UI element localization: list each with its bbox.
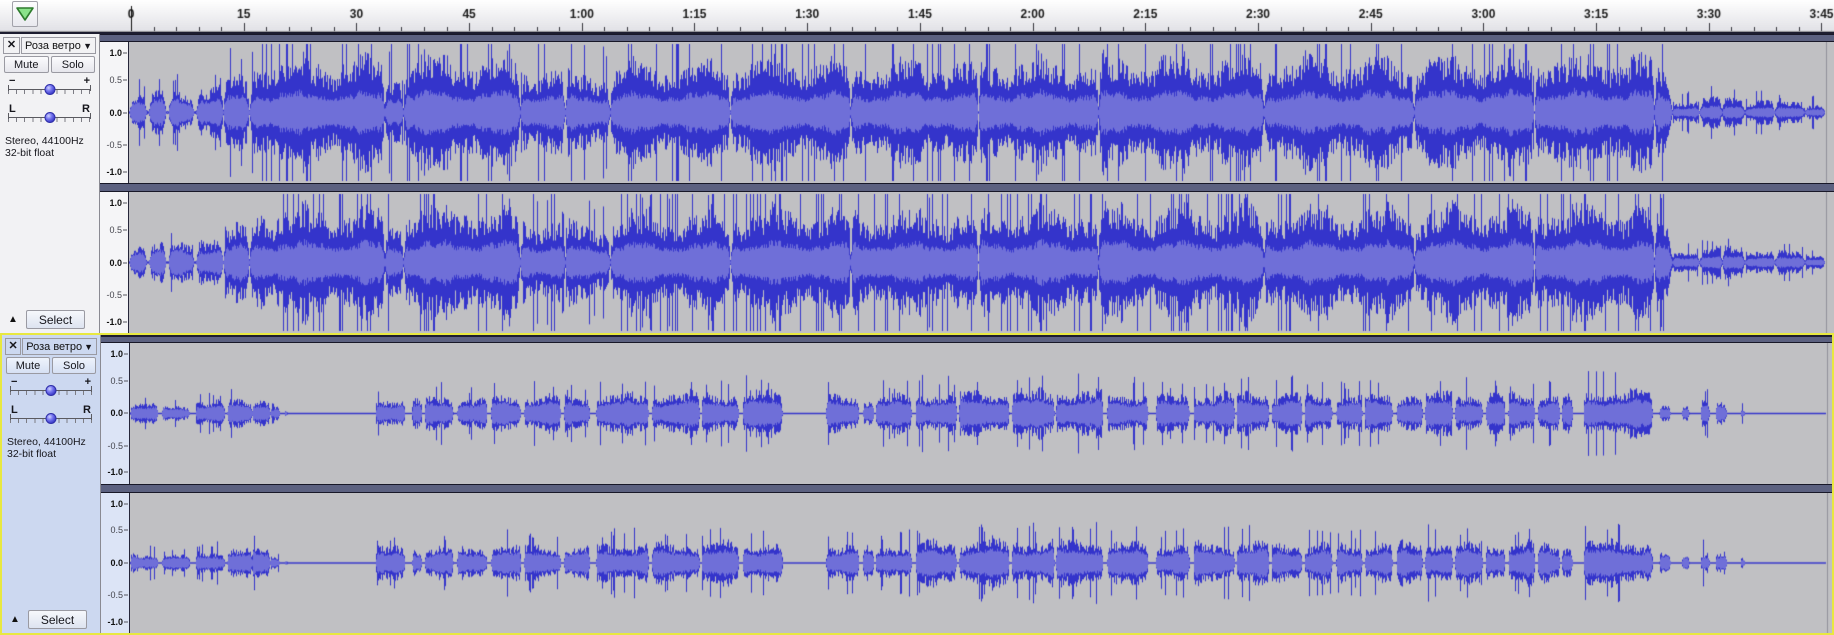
scale-label: -0.5 [106,139,122,150]
gain-minus-label: − [9,75,16,87]
scale-tick [124,503,128,505]
scale-label: 1.0 [109,48,122,59]
pan-right-label: R [83,404,91,416]
collapse-track-icon[interactable]: ▲ [5,611,25,629]
pan-right-label: R [82,103,90,115]
mute-button[interactable]: Mute [4,56,49,73]
scale-label: 0.5 [110,525,123,536]
scale-label: -1.0 [107,616,123,627]
track-2-control-panel: ✕ Роза ветро ▼ Mute Solo − + L R Stereo,… [2,335,101,633]
gain-slider[interactable]: − + [10,376,92,402]
track-name: Роза ветро [25,39,81,52]
scale-tick [123,52,127,54]
scale-tick [123,171,127,173]
vertical-scale[interactable]: 1.0 0.5 0.0 -0.5 -1.0 [101,343,130,484]
timeline-ruler-canvas[interactable] [0,0,1834,32]
track-name-dropdown[interactable]: Роза ветро ▼ [22,338,97,355]
scale-tick [124,445,128,447]
right-channel: 1.0 0.5 0.0 -0.5 -1.0 [100,192,1834,333]
scale-label: -0.5 [107,440,123,451]
scale-tick [123,262,127,263]
solo-button[interactable]: Solo [52,357,96,374]
dropdown-caret-icon: ▼ [83,40,92,51]
scale-tick [124,562,128,564]
scale-label: -0.5 [107,590,123,601]
scale-tick [123,294,127,296]
vertical-scale[interactable]: 1.0 0.5 0.0 -0.5 -1.0 [100,192,129,333]
scale-label: -1.0 [106,316,122,327]
track-name: Роза ветро [26,340,83,353]
waveform-right-channel[interactable] [130,492,1832,633]
pan-left-label: L [9,103,16,115]
pan-left-label: L [11,404,18,416]
track-resize-handle[interactable] [100,34,1834,42]
scale-label: 0.5 [109,225,122,236]
dropdown-caret-icon: ▼ [84,341,93,352]
scale-tick [124,380,128,382]
scale-tick [123,79,127,81]
scale-tick [123,144,127,146]
scale-label: -1.0 [107,467,123,478]
select-button[interactable]: Select [26,310,85,329]
right-channel: 1.0 0.5 0.0 -0.5 -1.0 [101,492,1832,633]
track-2-channels: 1.0 0.5 0.0 -0.5 -1.0 1.0 0.5 0.0 -0.5 -1.0 [101,335,1832,633]
scale-label: -1.0 [106,166,122,177]
waveform-left-channel[interactable] [129,42,1834,183]
scale-label: 0.0 [109,107,122,118]
track-1-control-panel: ✕ Роза ветро ▼ Mute Solo − + L R Stereo,… [0,34,100,333]
scale-label: -0.5 [106,289,122,300]
scale-label: 0.5 [110,375,123,386]
track-1: ✕ Роза ветро ▼ Mute Solo − + L R Stereo,… [0,32,1834,333]
scale-label: 1.0 [110,498,123,509]
collapse-track-icon[interactable]: ▲ [3,311,23,329]
pan-slider[interactable]: L R [8,103,91,129]
vertical-scale[interactable]: 1.0 0.5 0.0 -0.5 -1.0 [100,42,129,183]
scale-tick [124,621,128,623]
scale-label: 0.5 [109,75,122,86]
scale-tick [123,202,127,204]
track-2: ✕ Роза ветро ▼ Mute Solo − + L R Stereo,… [0,333,1834,635]
track-name-dropdown[interactable]: Роза ветро ▼ [21,37,96,54]
scale-tick [123,112,127,113]
green-triangle-icon [16,7,34,21]
channel-separator[interactable] [100,183,1834,192]
vertical-scale[interactable]: 1.0 0.5 0.0 -0.5 -1.0 [101,492,130,633]
gain-slider-thumb[interactable] [44,84,55,95]
close-track-icon[interactable]: ✕ [3,37,20,54]
waveform-right-channel[interactable] [129,192,1834,333]
scale-label: 1.0 [109,198,122,209]
pan-slider[interactable]: L R [10,404,92,430]
mute-button[interactable]: Mute [6,357,50,374]
gain-slider[interactable]: − + [8,75,91,101]
close-track-icon[interactable]: ✕ [5,338,22,355]
select-button[interactable]: Select [28,610,87,629]
timeline-options-button[interactable] [12,1,38,27]
pan-slider-thumb[interactable] [45,413,57,424]
scale-label: 0.0 [110,557,123,568]
gain-minus-label: − [11,376,18,388]
scale-tick [124,412,128,414]
waveform-left-channel[interactable] [130,343,1832,484]
scale-label: 1.0 [110,349,123,360]
scale-tick [123,321,127,323]
scale-label: 0.0 [110,408,123,419]
track-1-channels: 1.0 0.5 0.0 -0.5 -1.0 1.0 0.5 0.0 -0.5 -1.0 [100,34,1834,333]
left-channel: 1.0 0.5 0.0 -0.5 -1.0 [100,42,1834,183]
left-channel: 1.0 0.5 0.0 -0.5 -1.0 [101,343,1832,484]
gain-slider-thumb[interactable] [45,385,57,396]
audacity-window: ✕ Роза ветро ▼ Mute Solo − + L R Stereo,… [0,0,1834,635]
scale-label: 0.0 [109,257,122,268]
track-resize-handle[interactable] [101,335,1832,343]
solo-button[interactable]: Solo [50,56,95,73]
channel-separator[interactable] [101,483,1832,493]
track-format-info: Stereo, 44100Hz 32-bit float [5,135,84,159]
scale-tick [124,594,128,596]
scale-tick [123,229,127,231]
scale-tick [124,353,128,355]
scale-tick [124,529,128,531]
track-format-info: Stereo, 44100Hz 32-bit float [7,436,86,460]
scale-tick [124,471,128,473]
pan-slider-thumb[interactable] [44,112,55,123]
timeline-ruler[interactable] [0,0,1834,32]
